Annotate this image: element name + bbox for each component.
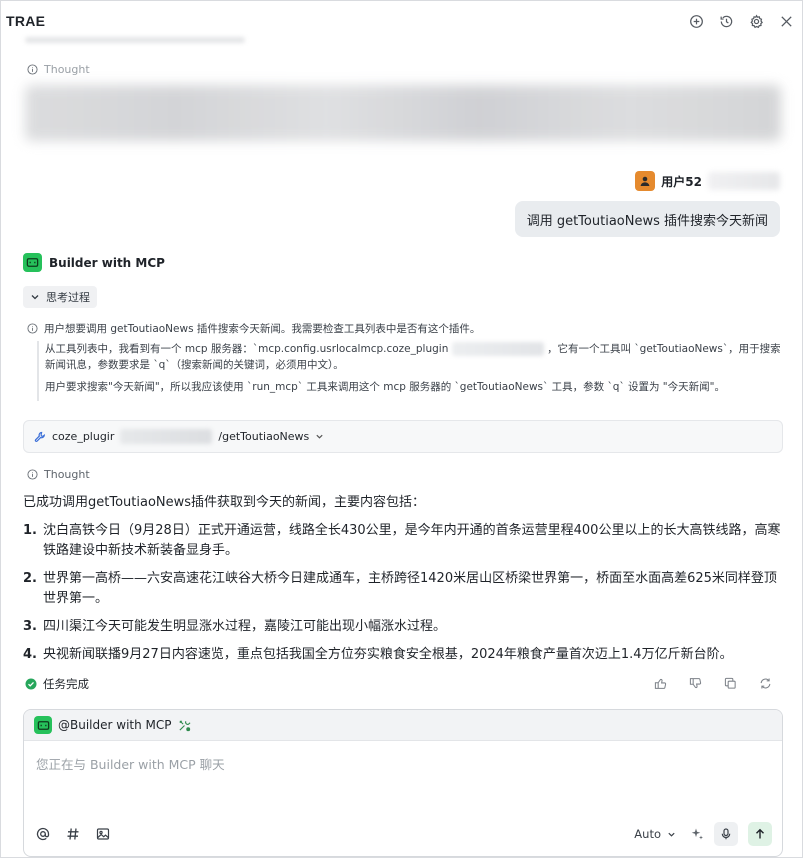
user-message-bubble: 调用 getToutiaoNews 插件搜索今天新闻 — [514, 201, 780, 237]
avatar — [635, 171, 656, 191]
info-icon — [27, 469, 38, 480]
list-item-text: 四川渠江今天可能发生明显涨水过程，嘉陵江可能出现小幅涨水过程。 — [43, 619, 447, 634]
thinking-process-label: 思考过程 — [46, 291, 90, 304]
previous-thought-text: Thought — [44, 63, 90, 76]
info-icon — [27, 64, 38, 75]
wrench-icon — [34, 431, 45, 442]
list-item-number: 4. — [23, 647, 37, 662]
hashtag-icon[interactable] — [66, 827, 80, 841]
thought-text: Thought — [44, 468, 90, 481]
list-item: 2. 世界第一高桥——六安高速花江峡谷大桥今日建成通车，主桥跨径1420米居山区桥… — [23, 569, 783, 609]
chat-composer: @Builder with MCP Auto — [23, 709, 783, 857]
server-name-redaction — [451, 342, 544, 356]
history-icon[interactable] — [718, 13, 734, 29]
mode-select-value: Auto — [634, 827, 661, 841]
chevron-down-icon — [31, 295, 39, 300]
list-item-number: 2. — [23, 571, 37, 586]
title-bar-actions — [688, 13, 794, 29]
task-status: 任务完成 — [25, 676, 89, 692]
composer-actions: Auto — [634, 822, 772, 846]
reasoning-paragraph: 用户要求搜索"今天新闻"，所以我应该使用 `run_mcp` 工具来调用这个 m… — [45, 379, 781, 395]
tool-call-card[interactable]: coze_plugir /getToutiaoNews — [23, 420, 783, 453]
info-icon — [27, 323, 38, 334]
bot-name: Builder with MCP — [49, 255, 165, 270]
builder-icon — [37, 720, 49, 730]
user-header: 用户52 — [635, 171, 780, 191]
list-item: 4. 央视新闻联播9月27日内容速览，重点包括我国全方位夯实粮食安全根基，2024… — [23, 645, 783, 665]
bot-header: Builder with MCP — [23, 253, 165, 272]
reasoning-details: 从工具列表中，我看到有一个 mcp 服务器：`mcp.config.usrloc… — [37, 341, 781, 401]
app-title: TRAE — [6, 13, 46, 29]
bot-logo — [23, 253, 42, 272]
bot-answer: 已成功调用getToutiaoNews插件获取到今天的新闻，主要内容包括： 1.… — [23, 493, 783, 673]
tool-call-suffix: /getToutiaoNews — [218, 430, 310, 443]
composer-agent-chip[interactable]: @Builder with MCP — [24, 710, 782, 741]
chat-input[interactable] — [36, 754, 766, 814]
arrow-up-icon — [756, 828, 764, 839]
sparkle-icon[interactable] — [690, 827, 704, 841]
composer-tools — [36, 827, 110, 841]
check-circle-icon — [25, 678, 37, 690]
thought-label: Thought — [27, 468, 90, 481]
title-bar: TRAE — [1, 1, 802, 41]
close-icon[interactable] — [778, 13, 794, 29]
news-list: 1. 沈白高铁今日（9月28日）正式开通运营，线路全长430公里，是今年内开通的首… — [23, 521, 783, 665]
user-message-text: 调用 getToutiaoNews 插件搜索今天新闻 — [526, 213, 768, 229]
bot-logo — [34, 716, 52, 734]
settings-icon[interactable] — [748, 13, 764, 29]
reasoning-text: 用户要求搜索"今天新闻"，所以我应该使用 `run_mcp` 工具来调用这个 m… — [45, 381, 725, 393]
mcp-tools-icon — [178, 719, 190, 731]
blurred-previous-content — [25, 85, 781, 141]
list-item-number: 1. — [23, 523, 37, 538]
reasoning-text: 从工具列表中，我看到有一个 mcp 服务器：`mcp.config.usrloc… — [45, 343, 449, 355]
thumbs-down-icon[interactable] — [689, 677, 702, 690]
new-chat-icon[interactable] — [688, 13, 704, 29]
previous-message-fragment — [25, 37, 245, 43]
task-status-text: 任务完成 — [43, 677, 89, 691]
reasoning-intro-text: 用户想要调用 getToutiaoNews 插件搜索今天新闻。我需要检查工具列表… — [44, 323, 481, 335]
agent-mention: @Builder with MCP — [58, 718, 172, 732]
list-item: 1. 沈白高铁今日（9月28日）正式开通运营，线路全长430公里，是今年内开通的首… — [23, 521, 783, 561]
previous-thought-label: Thought — [27, 63, 90, 76]
list-item-text: 央视新闻联播9月27日内容速览，重点包括我国全方位夯实粮食安全根基，2024年粮… — [43, 647, 733, 662]
list-item-number: 3. — [23, 619, 37, 634]
composer-toolbar: Auto — [36, 822, 772, 846]
image-icon[interactable] — [96, 827, 110, 841]
builder-icon — [26, 258, 39, 267]
regenerate-icon[interactable] — [759, 677, 772, 690]
chevron-down-icon — [668, 832, 675, 837]
voice-input-button[interactable] — [714, 822, 738, 846]
tool-call-prefix: coze_plugir — [52, 430, 115, 443]
microphone-icon — [721, 828, 731, 840]
message-actions — [654, 677, 772, 690]
answer-lead: 已成功调用getToutiaoNews插件获取到今天的新闻，主要内容包括： — [23, 495, 426, 510]
reasoning-paragraph: 从工具列表中，我看到有一个 mcp 服务器：`mcp.config.usrloc… — [45, 341, 781, 373]
list-item-text: 世界第一高桥——六安高速花江峡谷大桥今日建成通车，主桥跨径1420米居山区桥梁世… — [43, 571, 777, 606]
reasoning-intro: 用户想要调用 getToutiaoNews 插件搜索今天新闻。我需要检查工具列表… — [27, 321, 480, 336]
at-mention-icon[interactable] — [36, 827, 50, 841]
list-item-text: 沈白高铁今日（9月28日）正式开通运营，线路全长430公里，是今年内开通的首条运… — [43, 523, 781, 558]
user-name: 用户52 — [661, 174, 702, 189]
user-name-redaction — [708, 172, 780, 190]
chevron-down-icon — [316, 434, 323, 439]
list-item: 3. 四川渠江今天可能发生明显涨水过程，嘉陵江可能出现小幅涨水过程。 — [23, 617, 783, 637]
send-button[interactable] — [748, 822, 772, 846]
copy-icon[interactable] — [724, 677, 737, 690]
mode-select[interactable]: Auto — [634, 827, 680, 841]
thumbs-up-icon[interactable] — [654, 677, 667, 690]
tool-name-redaction — [120, 429, 213, 444]
thinking-process-toggle[interactable]: 思考过程 — [23, 286, 97, 308]
user-icon — [640, 176, 650, 186]
